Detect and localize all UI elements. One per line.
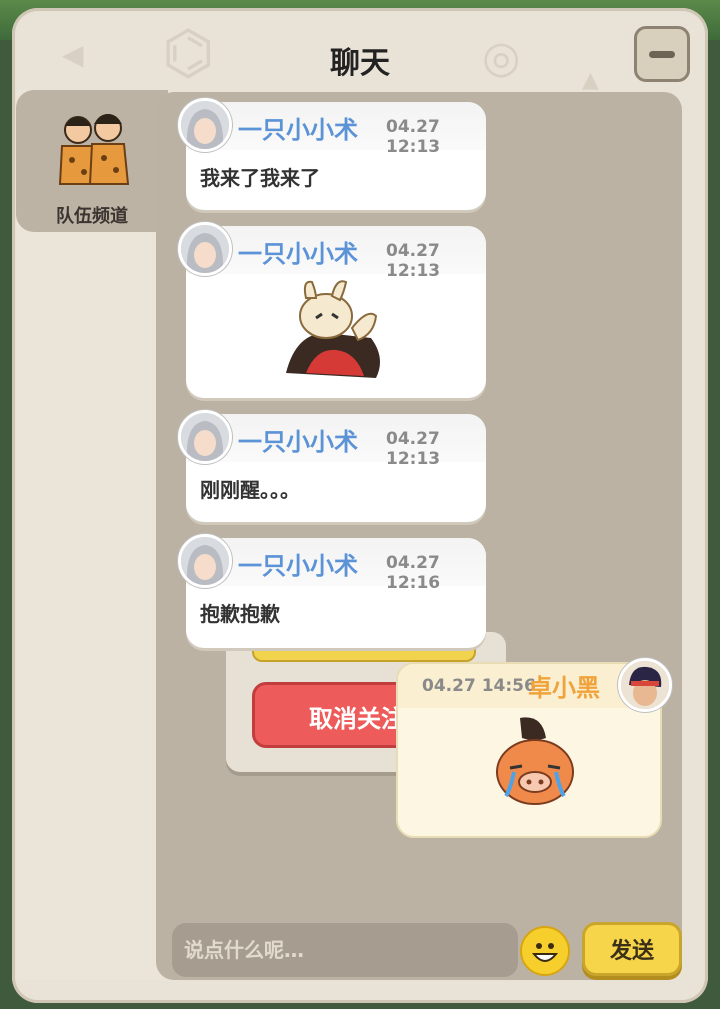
sender-name: 一只小小术 [238, 240, 358, 268]
sender-name: 卓小黑 [528, 674, 600, 702]
chat-input-field[interactable] [172, 923, 518, 977]
send-button[interactable]: 发送 [582, 922, 682, 976]
silver-hair-avatar-icon [181, 101, 229, 149]
message-time: 04.27 14:56 [422, 676, 536, 696]
cancel-follow-label: 取消关注 [309, 705, 405, 733]
silver-hair-avatar-icon [181, 225, 229, 273]
chat-input[interactable] [172, 923, 518, 977]
my-message-bubble: 04.27 14:56 卓小黑 [396, 658, 672, 838]
message-text: 刚刚醒。。。 [200, 478, 300, 502]
message-bubble: 一只小小术 04.27 12:13 [178, 222, 486, 398]
page-title: 聊天 [330, 46, 390, 81]
message-bubble: 一只小小术 04.27 12:13 刚刚醒。。。 [178, 410, 486, 522]
team-icon [58, 114, 130, 185]
message-time: 04.27 12:13 [386, 117, 441, 157]
sidebar-item-label: 队伍频道 [56, 206, 128, 227]
emoji-button[interactable] [520, 926, 570, 976]
sender-name: 一只小小术 [238, 428, 358, 456]
message-text: 抱歉抱歉 [200, 602, 280, 626]
minimize-button[interactable] [634, 26, 690, 82]
minus-icon [649, 50, 675, 58]
message-bubble: 一只小小术 04.27 12:13 我来了我来了 [178, 98, 486, 210]
silver-hair-avatar-icon [181, 537, 229, 585]
headband-avatar-icon [621, 661, 669, 709]
sidebar-item-team-channel[interactable]: 队伍频道 [16, 90, 168, 232]
message-time: 04.27 12:13 [386, 429, 441, 469]
smiley-icon [531, 943, 559, 962]
silver-hair-avatar-icon [181, 413, 229, 461]
message-bubble: 一只小小术 04.27 12:16 抱歉抱歉 [178, 534, 486, 648]
message-text: 我来了我来了 [200, 166, 320, 190]
message-list[interactable]: 一只小小术 04.27 12:13 我来了我来了 一只小小术 04.27 12:… [156, 92, 682, 980]
avatar[interactable] [178, 222, 232, 276]
rabbit-sticker-icon [286, 280, 380, 378]
avatar[interactable] [178, 98, 232, 152]
sender-name: 一只小小术 [238, 552, 358, 580]
message-time: 04.27 12:13 [386, 241, 441, 281]
avatar[interactable] [178, 410, 232, 464]
sender-name: 一只小小术 [238, 116, 358, 144]
avatar[interactable] [618, 658, 672, 712]
avatar[interactable] [178, 534, 232, 588]
crying-boar-sticker-icon [496, 717, 574, 805]
message-time: 04.27 12:16 [386, 553, 441, 593]
send-label: 发送 [609, 939, 654, 964]
